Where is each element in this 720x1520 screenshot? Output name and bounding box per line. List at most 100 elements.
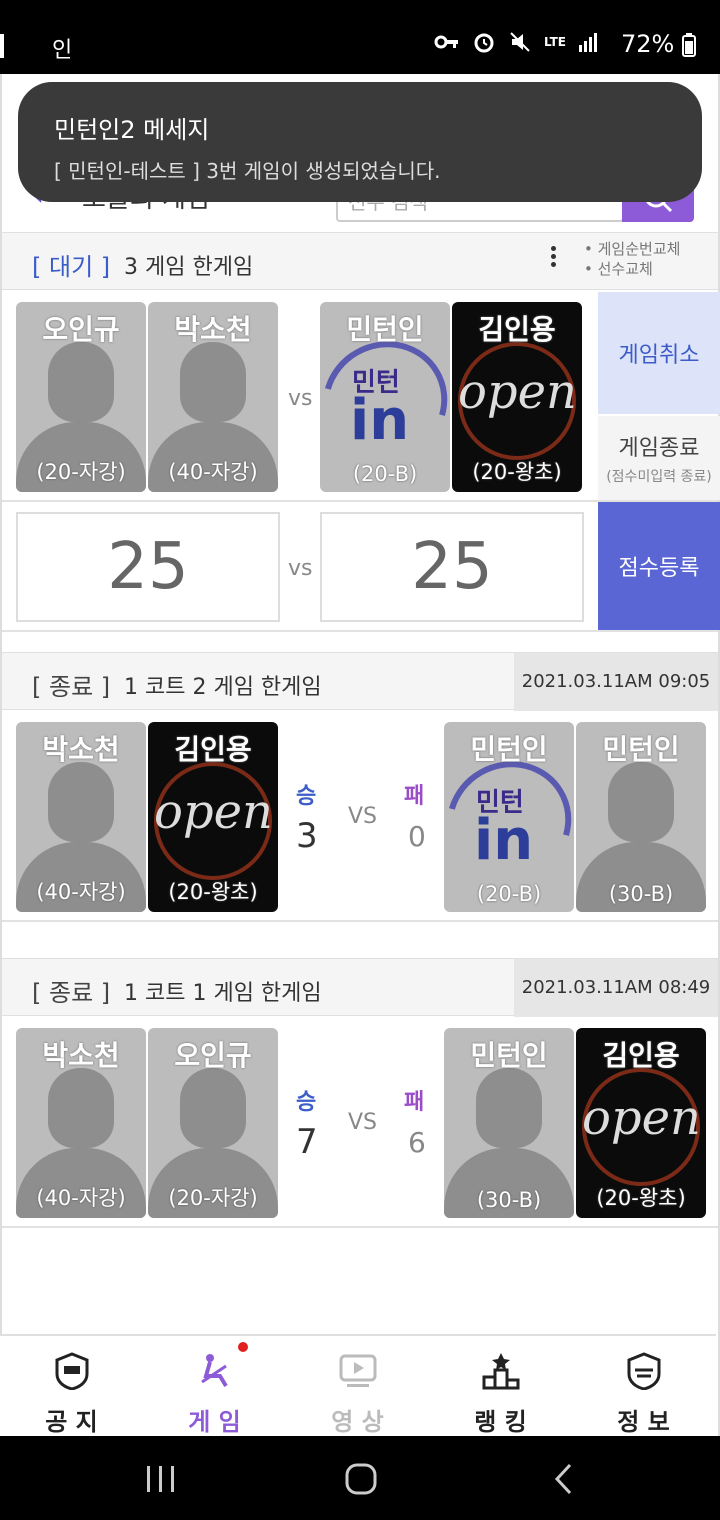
- player-card[interactable]: 박소천 (40-자강): [16, 722, 146, 912]
- swap-order-note[interactable]: • 게임순번교체: [584, 239, 680, 259]
- player-card[interactable]: open 김인용 (20-왕초): [148, 722, 278, 912]
- more-menu-icon[interactable]: [546, 243, 560, 277]
- avatar-silhouette: [48, 1068, 114, 1148]
- player-level: (20-자강): [168, 1186, 258, 1210]
- player-card[interactable]: 민턴인 (30-B): [444, 1028, 574, 1218]
- signal-icon: [579, 33, 597, 52]
- player-level: (40-자강): [36, 880, 126, 904]
- win-label: 승: [296, 1090, 317, 1115]
- player-name: 민턴인: [470, 1039, 548, 1072]
- divider: [2, 630, 718, 632]
- vs-label: VS: [348, 804, 378, 829]
- toast-message: [ 민턴인-테스트 ] 3번 게임이 생성되었습니다.: [54, 159, 441, 183]
- open-sign-text: open: [582, 1090, 701, 1146]
- system-navigation-bar: [0, 1436, 720, 1520]
- finished-game-header: [ 종료 ] 1 코트 1 게임 한게임 2021.03.11AM 08:49: [2, 958, 718, 1017]
- register-score-label: 점수등록: [618, 556, 700, 581]
- player-level: (20-왕초): [472, 460, 562, 484]
- waiting-status: [ 대기 ]: [32, 253, 111, 281]
- win-score: 7: [296, 1122, 318, 1162]
- player-card[interactable]: 민턴 in 민턴인 (20-B): [320, 302, 450, 492]
- nav-game[interactable]: 게 임: [143, 1336, 286, 1438]
- game-date: 2021.03.11AM 08:49: [514, 959, 718, 1017]
- avatar-silhouette: [180, 1068, 246, 1148]
- player-name: 김인용: [602, 1039, 680, 1072]
- nav-ranking-label: 랭 킹: [474, 1408, 527, 1436]
- vs-label: VS: [348, 1110, 378, 1135]
- player-name: 민턴인: [346, 313, 424, 346]
- nav-notice[interactable]: 공 지: [0, 1336, 143, 1438]
- toast-notification[interactable]: 민턴인2 메세지 [ 민턴인-테스트 ] 3번 게임이 생성되었습니다.: [18, 82, 702, 202]
- player-card[interactable]: open 김인용 (20-왕초): [452, 302, 582, 492]
- nav-game-label: 게 임: [188, 1408, 241, 1436]
- lte-icon: LTE: [543, 35, 566, 49]
- player-card[interactable]: 오인규 (20-자강): [148, 1028, 278, 1218]
- vs-label: vs: [288, 386, 313, 411]
- player-level: (30-B): [608, 882, 674, 906]
- player-level: (20-B): [476, 882, 542, 906]
- win-label: 승: [296, 784, 317, 809]
- waiting-game-header: [ 대기 ] 3 게임 한게임 • 게임순번교체 • 선수교체: [2, 232, 718, 290]
- finished-status: [ 종료 ]: [32, 979, 111, 1007]
- bottom-navigation: 공 지 게 임 영 상 랭 킹 정 보: [0, 1334, 716, 1436]
- end-game-button[interactable]: 게임종료 (점수미입력 종료): [598, 416, 720, 500]
- battery-icon: [682, 33, 696, 57]
- player-name: 민턴인: [470, 733, 548, 766]
- status-bar: 인 LTE 72%: [0, 0, 720, 74]
- home-icon[interactable]: [344, 1462, 378, 1496]
- team-a-score-input[interactable]: 25: [16, 512, 280, 622]
- minton-logo-in: in: [350, 388, 410, 453]
- player-card[interactable]: open 김인용 (20-왕초): [576, 1028, 706, 1218]
- player-card[interactable]: 민턴 in 민턴인 (20-B): [444, 722, 574, 912]
- mute-icon: [510, 32, 530, 52]
- nav-info[interactable]: 정 보: [572, 1336, 715, 1438]
- alarm-icon: [474, 33, 494, 53]
- player-card[interactable]: 민턴인 (30-B): [576, 722, 706, 912]
- lose-score: 0: [408, 820, 426, 853]
- recent-apps-icon[interactable]: [144, 1464, 178, 1494]
- player-card[interactable]: 박소천 (40-자강): [148, 302, 278, 492]
- player-card[interactable]: 박소천 (40-자강): [16, 1028, 146, 1218]
- player-name: 오인규: [174, 1039, 252, 1072]
- status-icons: LTE: [434, 30, 600, 54]
- player-level: (20-왕초): [596, 1186, 686, 1210]
- game-options-notes[interactable]: • 게임순번교체 • 선수교체: [584, 239, 680, 279]
- finished-game-header: [ 종료 ] 1 코트 2 게임 한게임 2021.03.11AM 09:05: [2, 652, 718, 711]
- nav-video[interactable]: 영 상: [286, 1336, 429, 1438]
- avatar-silhouette: [476, 1068, 542, 1148]
- nav-info-label: 정 보: [617, 1408, 670, 1436]
- nav-notice-label: 공 지: [45, 1408, 98, 1436]
- lose-score: 6: [408, 1126, 426, 1159]
- divider: [2, 920, 718, 922]
- player-level: (20-B): [352, 462, 418, 486]
- divider: [2, 1226, 718, 1228]
- swap-player-note[interactable]: • 선수교체: [584, 259, 680, 279]
- team-b-score-input[interactable]: 25: [320, 512, 584, 622]
- finished-status: [ 종료 ]: [32, 673, 111, 701]
- player-card[interactable]: 오인규 (20-자강): [16, 302, 146, 492]
- player-level: (20-자강): [36, 460, 126, 484]
- toast-title: 민턴인2 메세지: [54, 116, 210, 144]
- player-level: (40-자강): [36, 1186, 126, 1210]
- cancel-game-button[interactable]: 게임취소: [598, 292, 720, 414]
- back-icon[interactable]: [552, 1462, 576, 1496]
- player-name: 박소천: [42, 733, 120, 766]
- end-game-label: 게임종료: [618, 436, 700, 461]
- player-name: 박소천: [42, 1039, 120, 1072]
- register-score-button[interactable]: 점수등록: [598, 502, 720, 630]
- player-level: (40-자강): [168, 460, 258, 484]
- battery-percent: 72%: [621, 30, 675, 58]
- end-game-sub-label: (점수미입력 종료): [606, 469, 712, 485]
- player-name: 오인규: [42, 313, 120, 346]
- avatar-silhouette: [180, 342, 246, 422]
- player-name: 민턴인: [602, 733, 680, 766]
- carrier-text: 인: [52, 38, 73, 63]
- avatar-silhouette: [608, 762, 674, 842]
- avatar-silhouette: [48, 342, 114, 422]
- status-left-mark: [0, 34, 4, 58]
- win-score: 3: [296, 816, 318, 856]
- open-sign-text: open: [458, 364, 577, 420]
- nav-ranking[interactable]: 랭 킹: [429, 1336, 572, 1438]
- nav-video-label: 영 상: [331, 1408, 384, 1436]
- player-name: 김인용: [478, 313, 556, 346]
